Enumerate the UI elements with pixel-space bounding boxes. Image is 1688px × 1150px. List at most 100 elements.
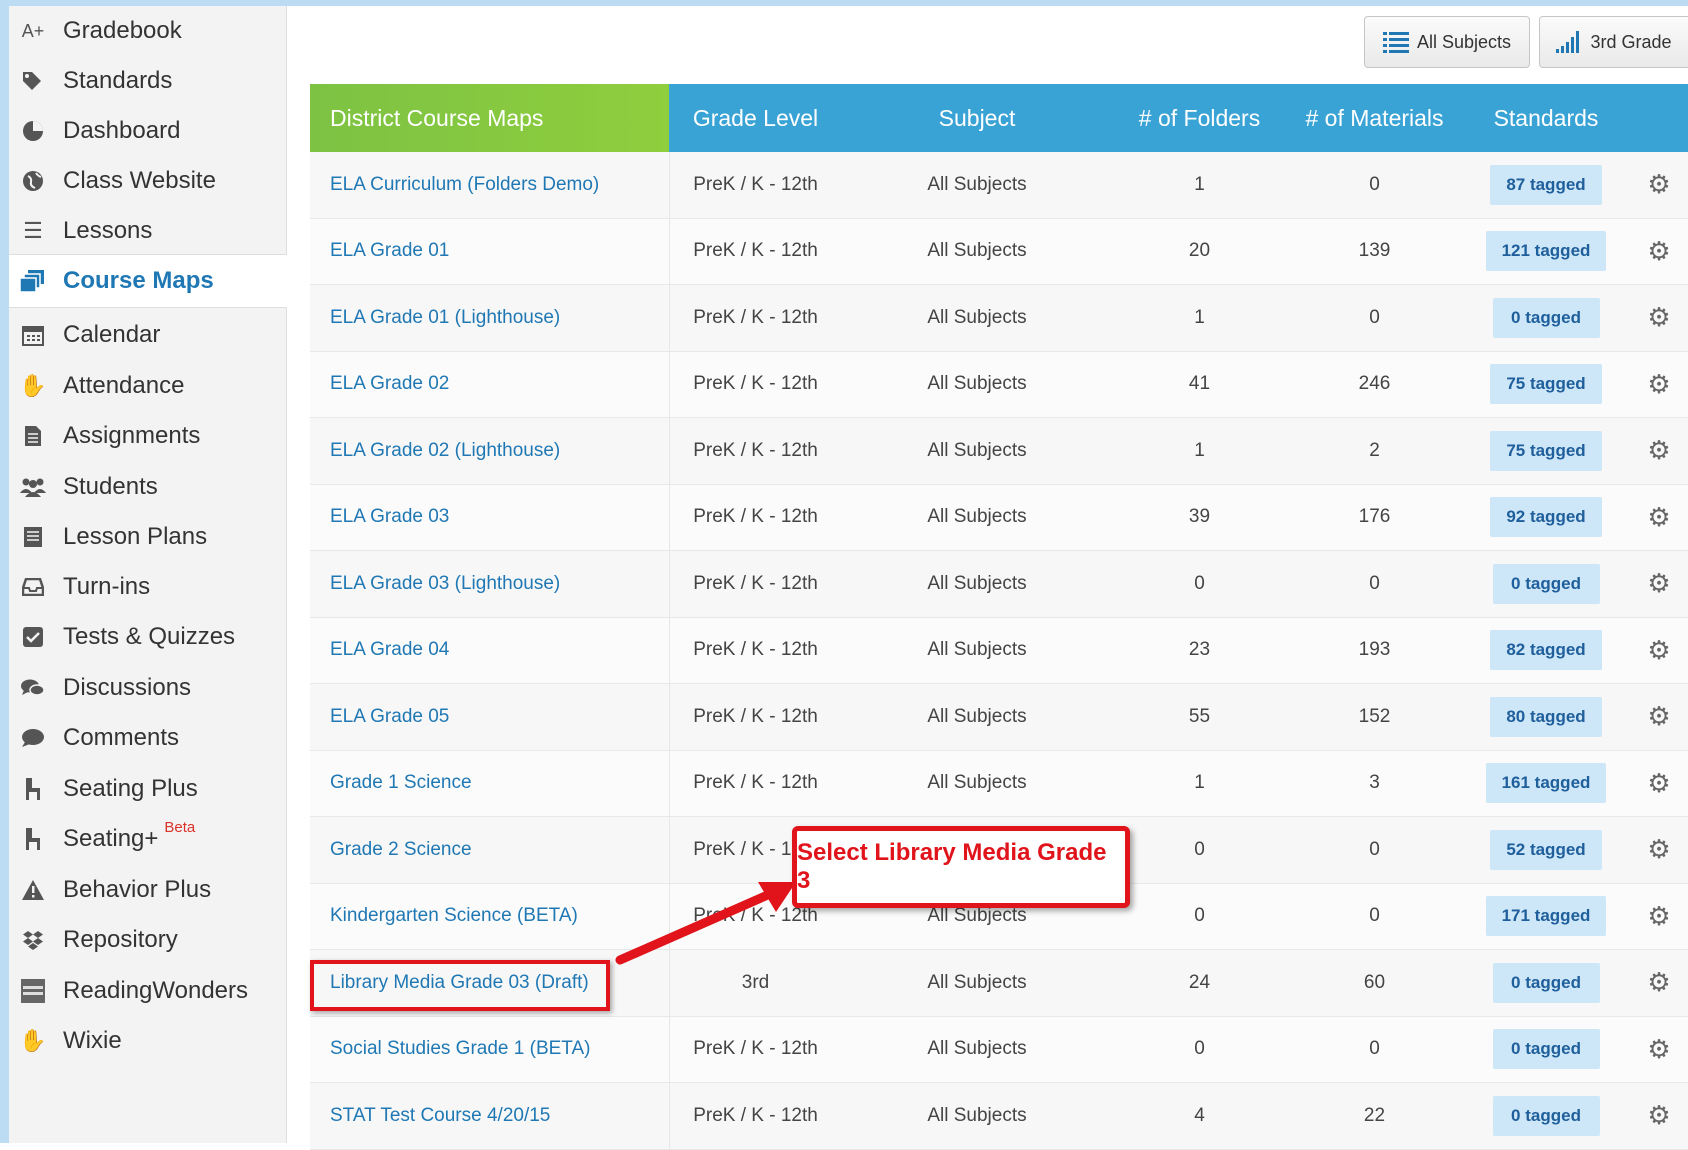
sidebar-item-gradebook[interactable]: A+ Gradebook	[9, 6, 286, 56]
sidebar-item-calendar[interactable]: Calendar	[9, 310, 286, 360]
standards-tagged-badge[interactable]: 0 tagged	[1492, 1029, 1600, 1070]
folders-count: 0	[1194, 1038, 1205, 1060]
standards-tagged-badge[interactable]: 0 tagged	[1492, 962, 1600, 1003]
sidebar-item-standards[interactable]: Standards	[9, 56, 286, 106]
gear-icon[interactable]: ⚙	[1647, 768, 1670, 799]
materials-count: 0	[1369, 905, 1380, 927]
course-map-link[interactable]: ELA Grade 05	[310, 684, 669, 750]
course-map-link[interactable]: ELA Grade 01	[310, 219, 669, 285]
gear-icon[interactable]: ⚙	[1647, 701, 1670, 732]
sidebar-item-class-website[interactable]: Class Website	[9, 156, 286, 206]
grade-level-cell: PreK / K - 12th	[693, 1038, 818, 1060]
header-folders[interactable]: # of Folders	[1112, 84, 1287, 152]
gear-icon[interactable]: ⚙	[1647, 901, 1670, 932]
standards-tagged-badge[interactable]: 75 tagged	[1490, 430, 1602, 471]
gear-icon[interactable]: ⚙	[1647, 834, 1670, 865]
sidebar-item-label: Lesson Plans	[63, 523, 208, 550]
course-map-link[interactable]: Social Studies Grade 1 (BETA)	[310, 1017, 669, 1083]
sidebar-item-assignments[interactable]: Assignments	[9, 411, 286, 461]
sidebar-item-repository[interactable]: Repository	[9, 915, 286, 965]
standards-tagged-badge[interactable]: 121 tagged	[1485, 231, 1607, 272]
header-district-course-maps[interactable]: District Course Maps	[310, 84, 669, 152]
course-map-link[interactable]: ELA Grade 04	[310, 618, 669, 684]
subject-cell: All Subjects	[927, 572, 1027, 594]
all-subjects-button[interactable]: All Subjects	[1364, 16, 1530, 68]
gear-icon[interactable]: ⚙	[1647, 369, 1670, 400]
sidebar-item-dashboard[interactable]: Dashboard	[9, 106, 286, 156]
standards-cell: 75 tagged	[1462, 418, 1630, 484]
grade-filter-button[interactable]: 3rd Grade	[1539, 16, 1688, 68]
sidebar-item-wixie[interactable]: ✋ Wixie	[9, 1016, 286, 1066]
chair-icon	[19, 825, 47, 853]
sidebar-item-seating-plus[interactable]: Seating Plus	[9, 764, 286, 814]
standards-tagged-badge[interactable]: 92 tagged	[1490, 497, 1602, 538]
grade-level-cell: PreK / K - 12th	[693, 506, 818, 528]
gear-icon[interactable]: ⚙	[1647, 236, 1670, 267]
standards-tagged-badge[interactable]: 80 tagged	[1490, 696, 1602, 737]
materials-count: 176	[1358, 506, 1391, 528]
table-row: Social Studies Grade 1 (BETA) PreK / K - …	[310, 1016, 1688, 1083]
gear-icon[interactable]: ⚙	[1647, 502, 1670, 533]
gear-icon[interactable]: ⚙	[1647, 568, 1670, 599]
folders-count: 20	[1188, 240, 1211, 262]
header-subject[interactable]: Subject	[842, 84, 1112, 152]
gear-icon[interactable]: ⚙	[1647, 967, 1670, 998]
sidebar-item-seating-plus-beta[interactable]: Seating+ Beta	[9, 814, 286, 864]
grade-level-cell: PreK / K - 12th	[693, 1104, 818, 1126]
sidebar-item-lessons[interactable]: ☰ Lessons	[9, 206, 286, 256]
standards-cell: 52 tagged	[1462, 817, 1630, 883]
sidebar-item-course-maps[interactable]: Course Maps	[9, 254, 287, 308]
sidebar-item-comments[interactable]: Comments	[9, 713, 286, 763]
settings-cell: ⚙	[1630, 884, 1688, 950]
course-map-link[interactable]: STAT Test Course 4/20/15	[310, 1083, 669, 1149]
sidebar-item-tests-quizzes[interactable]: Tests & Quizzes	[9, 612, 286, 662]
checkbox-icon	[19, 623, 47, 651]
course-map-link[interactable]: ELA Grade 03 (Lighthouse)	[310, 551, 669, 617]
course-map-link[interactable]: ELA Grade 01 (Lighthouse)	[310, 285, 669, 351]
table-row: ELA Grade 03 (Lighthouse) PreK / K - 12th…	[310, 551, 1688, 618]
sidebar-item-discussions[interactable]: Discussions	[9, 663, 286, 713]
course-map-link[interactable]: ELA Grade 02	[310, 352, 669, 418]
sidebar-item-readingwonders[interactable]: ReadingWonders	[9, 966, 286, 1016]
standards-tagged-badge[interactable]: 52 tagged	[1490, 829, 1602, 870]
standards-tagged-badge[interactable]: 82 tagged	[1490, 630, 1602, 671]
gear-icon[interactable]: ⚙	[1647, 1034, 1670, 1065]
pie-chart-icon	[19, 117, 47, 145]
standards-tagged-badge[interactable]: 87 tagged	[1490, 164, 1602, 205]
grade-level-cell: PreK / K - 12th	[693, 639, 818, 661]
standards-tagged-badge[interactable]: 0 tagged	[1492, 1095, 1600, 1136]
course-map-link[interactable]: Grade 1 Science	[310, 751, 669, 817]
subject-cell: All Subjects	[927, 705, 1027, 727]
table-row: ELA Grade 02 (Lighthouse) PreK / K - 12th…	[310, 418, 1688, 485]
course-map-link[interactable]: ELA Curriculum (Folders Demo)	[310, 152, 669, 218]
sidebar-item-label: Assignments	[63, 422, 201, 449]
gear-icon[interactable]: ⚙	[1647, 435, 1670, 466]
settings-cell: ⚙	[1630, 352, 1688, 418]
gear-icon[interactable]: ⚙	[1647, 169, 1670, 200]
sidebar-item-turn-ins[interactable]: Turn-ins	[9, 562, 286, 612]
standards-tagged-badge[interactable]: 75 tagged	[1490, 364, 1602, 405]
course-map-link[interactable]: ELA Grade 02 (Lighthouse)	[310, 418, 669, 484]
course-map-link[interactable]: Grade 2 Science	[310, 817, 669, 883]
gear-icon[interactable]: ⚙	[1647, 635, 1670, 666]
settings-cell: ⚙	[1630, 751, 1688, 817]
sidebar-item-label: Seating+	[63, 825, 159, 852]
standards-tagged-badge[interactable]: 171 tagged	[1485, 896, 1607, 937]
gear-icon[interactable]: ⚙	[1647, 1100, 1670, 1131]
sidebar-item-students[interactable]: Students	[9, 462, 286, 512]
sidebar-item-attendance[interactable]: ✋ Attendance	[9, 361, 286, 411]
course-map-link[interactable]: ELA Grade 03	[310, 485, 669, 551]
standards-tagged-badge[interactable]: 0 tagged	[1492, 297, 1600, 338]
sidebar-item-lesson-plans[interactable]: Lesson Plans	[9, 512, 286, 562]
gear-icon[interactable]: ⚙	[1647, 302, 1670, 333]
sidebar-item-behavior-plus[interactable]: Behavior Plus	[9, 865, 286, 915]
header-standards[interactable]: Standards	[1462, 84, 1630, 152]
sidebar-item-label: Dashboard	[63, 117, 181, 144]
standards-tagged-badge[interactable]: 161 tagged	[1485, 763, 1607, 804]
header-materials[interactable]: # of Materials	[1287, 84, 1462, 152]
notebook-icon	[19, 523, 47, 551]
standards-cell: 75 tagged	[1462, 352, 1630, 418]
standards-tagged-badge[interactable]: 0 tagged	[1492, 563, 1600, 604]
table-header: District Course Maps Grade Level Subject…	[310, 84, 1688, 152]
header-grade-level[interactable]: Grade Level	[669, 84, 842, 152]
